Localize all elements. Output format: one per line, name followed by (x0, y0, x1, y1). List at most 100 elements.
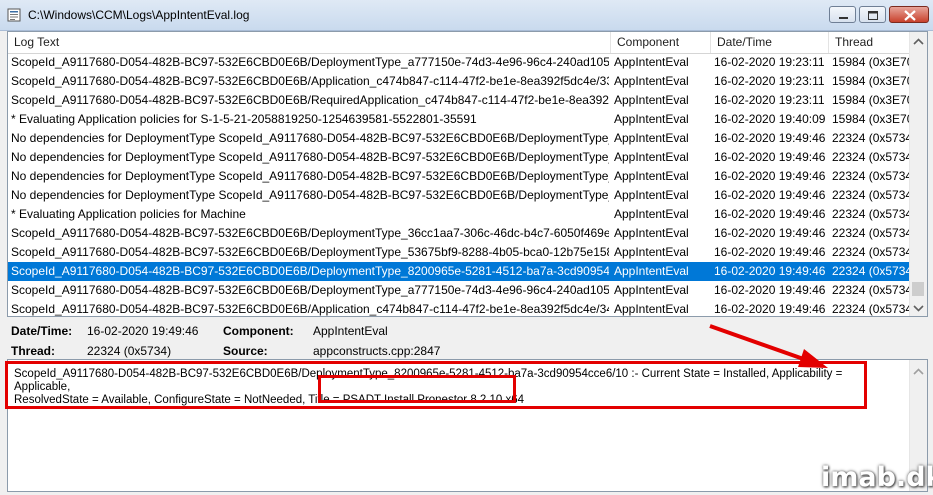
thread-cell: 22324 (0x5734) (832, 302, 911, 316)
table-row[interactable]: ScopeId_A9117680-D054-482B-BC97-532E6CBD… (8, 91, 911, 110)
column-header-date-time[interactable]: Date/Time (711, 32, 829, 53)
datetime-label: Date/Time: (11, 324, 73, 338)
datetime-cell: 16-02-2020 19:23:11 (714, 74, 825, 88)
datetime-cell: 16-02-2020 19:49:46 (714, 245, 826, 259)
thread-cell: 22324 (0x5734) (832, 283, 911, 297)
scroll-thumb[interactable] (912, 282, 924, 296)
log-text-cell: ScopeId_A9117680-D054-482B-BC97-532E6CBD… (11, 264, 609, 278)
datetime-cell: 16-02-2020 19:49:46 (714, 188, 826, 202)
close-button[interactable] (889, 6, 929, 23)
column-header-thread[interactable]: Thread (829, 32, 911, 53)
component-cell: AppIntentEval (614, 207, 689, 221)
datetime-cell: 16-02-2020 19:49:46 (714, 169, 826, 183)
window-title: C:\Windows\CCM\Logs\AppIntentEval.log (28, 8, 250, 22)
scroll-up-icon[interactable] (913, 38, 924, 46)
log-rows: ScopeId_A9117680-D054-482B-BC97-532E6CBD… (8, 53, 911, 316)
maximize-button[interactable] (859, 6, 886, 23)
table-row[interactable]: ScopeId_A9117680-D054-482B-BC97-532E6CBD… (8, 243, 911, 262)
component-cell: AppIntentEval (614, 74, 689, 88)
log-text-cell: No dependencies for DeploymentType Scope… (11, 150, 609, 164)
source-value: appconstructs.cpp:2847 (313, 344, 441, 358)
thread-label: Thread: (11, 344, 56, 358)
table-row[interactable]: ScopeId_A9117680-D054-482B-BC97-532E6CBD… (8, 300, 911, 316)
component-cell: AppIntentEval (614, 93, 689, 107)
log-text-cell: ScopeId_A9117680-D054-482B-BC97-532E6CBD… (11, 302, 609, 316)
table-row[interactable]: No dependencies for DeploymentType Scope… (8, 186, 911, 205)
log-text-cell: ScopeId_A9117680-D054-482B-BC97-532E6CBD… (11, 74, 609, 88)
datetime-cell: 16-02-2020 19:49:46 (714, 302, 826, 316)
thread-cell: 22324 (0x5734) (832, 207, 911, 221)
close-icon (904, 10, 916, 21)
component-cell: AppIntentEval (614, 55, 689, 69)
thread-cell: 22324 (0x5734) (832, 188, 911, 202)
datetime-value: 16-02-2020 19:49:46 (87, 324, 199, 338)
annotation-box-title (318, 375, 516, 403)
datetime-cell: 16-02-2020 19:49:46 (714, 150, 826, 164)
table-row[interactable]: * Evaluating Application policies for Ma… (8, 205, 911, 224)
table-row[interactable]: ScopeId_A9117680-D054-482B-BC97-532E6CBD… (8, 53, 911, 72)
datetime-cell: 16-02-2020 19:49:46 (714, 226, 826, 240)
thread-cell: 22324 (0x5734) (832, 245, 911, 259)
component-label: Component: (223, 324, 294, 338)
datetime-cell: 16-02-2020 19:40:09 (714, 112, 826, 126)
log-text-cell: ScopeId_A9117680-D054-482B-BC97-532E6CBD… (11, 245, 609, 259)
annotation-arrow-icon (709, 324, 828, 368)
table-row[interactable]: ScopeId_A9117680-D054-482B-BC97-532E6CBD… (8, 281, 911, 300)
watermark: imab.dk (821, 462, 933, 493)
component-cell: AppIntentEval (614, 188, 689, 202)
log-text-cell: No dependencies for DeploymentType Scope… (11, 169, 609, 183)
datetime-cell: 16-02-2020 19:49:46 (714, 283, 826, 297)
log-text-cell: * Evaluating Application policies for S-… (11, 112, 477, 126)
source-label: Source: (223, 344, 268, 358)
log-file-icon (7, 8, 21, 22)
thread-cell: 22324 (0x5734) (832, 131, 911, 145)
thread-cell: 15984 (0x3E70) (832, 112, 911, 126)
component-cell: AppIntentEval (614, 226, 689, 240)
thread-cell: 22324 (0x5734) (832, 264, 911, 278)
thread-value: 22324 (0x5734) (87, 344, 172, 358)
thread-cell: 15984 (0x3E70) (832, 55, 911, 69)
list-header: Log Text Component Date/Time Thread (8, 32, 911, 54)
column-header-component[interactable]: Component (611, 32, 711, 53)
title-bar: C:\Windows\CCM\Logs\AppIntentEval.log (0, 0, 933, 31)
datetime-cell: 16-02-2020 19:23:11 (714, 93, 825, 107)
datetime-cell: 16-02-2020 19:49:46 (714, 264, 826, 278)
datetime-cell: 16-02-2020 19:23:11 (714, 55, 825, 69)
log-text-cell: ScopeId_A9117680-D054-482B-BC97-532E6CBD… (11, 93, 609, 107)
table-row[interactable]: ScopeId_A9117680-D054-482B-BC97-532E6CBD… (8, 72, 911, 91)
column-header-log-text[interactable]: Log Text (8, 32, 611, 53)
thread-cell: 22324 (0x5734) (832, 226, 911, 240)
component-cell: AppIntentEval (614, 302, 689, 316)
component-cell: AppIntentEval (614, 169, 689, 183)
table-row-selected[interactable]: ScopeId_A9117680-D054-482B-BC97-532E6CBD… (8, 262, 911, 281)
component-cell: AppIntentEval (614, 131, 689, 145)
thread-cell: 15984 (0x3E70) (832, 74, 911, 88)
scroll-up-icon[interactable] (913, 368, 924, 376)
table-row[interactable]: ScopeId_A9117680-D054-482B-BC97-532E6CBD… (8, 224, 911, 243)
log-text-cell: No dependencies for DeploymentType Scope… (11, 131, 609, 145)
component-cell: AppIntentEval (614, 150, 689, 164)
thread-cell: 22324 (0x5734) (832, 150, 911, 164)
log-text-cell: ScopeId_A9117680-D054-482B-BC97-532E6CBD… (11, 226, 609, 240)
thread-cell: 22324 (0x5734) (832, 169, 911, 183)
log-text-cell: * Evaluating Application policies for Ma… (11, 207, 246, 221)
table-row[interactable]: No dependencies for DeploymentType Scope… (8, 167, 911, 186)
table-row[interactable]: No dependencies for DeploymentType Scope… (8, 129, 911, 148)
datetime-cell: 16-02-2020 19:49:46 (714, 207, 826, 221)
log-text-cell: No dependencies for DeploymentType Scope… (11, 188, 609, 202)
component-cell: AppIntentEval (614, 245, 689, 259)
component-cell: AppIntentEval (614, 283, 689, 297)
minimize-icon (839, 17, 848, 19)
log-text-cell: ScopeId_A9117680-D054-482B-BC97-532E6CBD… (11, 55, 609, 69)
component-value: AppIntentEval (313, 324, 388, 338)
table-row[interactable]: No dependencies for DeploymentType Scope… (8, 148, 911, 167)
log-list[interactable]: Log Text Component Date/Time Thread Scop… (7, 31, 928, 317)
minimize-button[interactable] (829, 6, 856, 23)
component-cell: AppIntentEval (614, 264, 689, 278)
list-vertical-scrollbar[interactable] (909, 32, 927, 316)
maximize-icon (868, 11, 878, 20)
datetime-cell: 16-02-2020 19:49:46 (714, 131, 826, 145)
table-row[interactable]: * Evaluating Application policies for S-… (8, 110, 911, 129)
scroll-down-icon[interactable] (913, 304, 924, 312)
thread-cell: 15984 (0x3E70) (832, 93, 911, 107)
